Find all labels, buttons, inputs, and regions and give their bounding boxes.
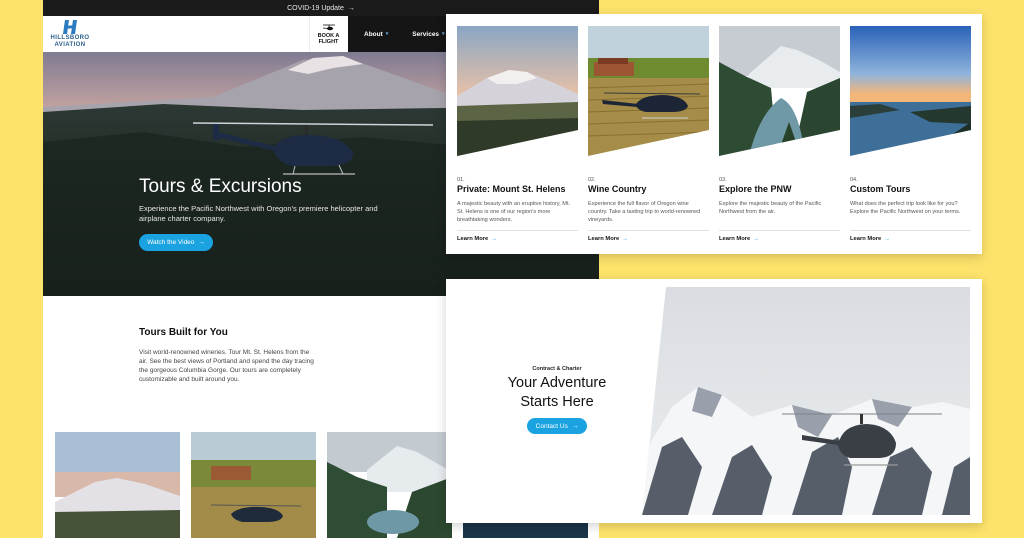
- book-flight-button[interactable]: BOOK A FLIGHT: [309, 16, 347, 52]
- learn-more-label: Learn More: [719, 236, 751, 242]
- snowy-mountain-helicopter-image: [642, 287, 970, 515]
- mount-st-helens-image: [457, 26, 578, 156]
- learn-more-link[interactable]: Learn More →: [850, 236, 890, 242]
- tour-description: A majestic beauty with an eruptive histo…: [457, 201, 571, 223]
- tour-thumbnail-wine-country[interactable]: [191, 432, 316, 538]
- tour-title: Explore the PNW: [719, 184, 792, 194]
- section-title-line2: Starts Here: [520, 394, 594, 410]
- arrow-right-icon: →: [491, 236, 498, 242]
- tour-number: 04.: [850, 177, 858, 183]
- nav-item-about[interactable]: About ▾: [364, 31, 388, 38]
- tour-card[interactable]: 03. Explore the PNW Explore the majestic…: [719, 26, 840, 246]
- wine-country-image: [588, 26, 709, 156]
- section-kicker: Contract & Charter: [532, 366, 582, 372]
- tour-title: Custom Tours: [850, 184, 911, 194]
- tour-number: 02.: [588, 177, 596, 183]
- section-title: Your Adventure Starts Here: [446, 374, 668, 412]
- arrow-right-icon: →: [622, 236, 629, 242]
- divider: [457, 230, 578, 231]
- watch-video-button[interactable]: Watch the Video →: [139, 234, 213, 251]
- nav-item-services[interactable]: Services ▾: [412, 31, 444, 38]
- arrow-right-icon: →: [884, 236, 891, 242]
- logo-line2: AVIATION: [54, 42, 86, 48]
- tour-title: Private: Mount St. Helens: [457, 184, 566, 194]
- tour-card[interactable]: 01. Private: Mount St. Helens A majestic…: [457, 26, 578, 246]
- learn-more-label: Learn More: [457, 236, 489, 242]
- learn-more-label: Learn More: [850, 236, 882, 242]
- tour-description: Explore the majestic beauty of the Pacif…: [719, 201, 822, 215]
- contact-us-button[interactable]: Contact Us →: [527, 418, 587, 434]
- tour-description: What does the perfect trip look like for…: [850, 201, 961, 215]
- arrow-right-icon: →: [347, 4, 355, 12]
- tour-title: Wine Country: [588, 184, 647, 194]
- built-text: Visit world-renowned wineries. Tour Mt. …: [139, 349, 314, 383]
- divider: [850, 230, 971, 231]
- chevron-down-icon: ▾: [385, 31, 389, 37]
- tour-number: 01.: [457, 177, 465, 183]
- book-flight-label: BOOK A FLIGHT: [317, 32, 340, 45]
- learn-more-label: Learn More: [588, 236, 620, 242]
- contact-us-label: Contact Us: [535, 422, 568, 430]
- hero-subtitle: Experience the Pacific Northwest with Or…: [139, 204, 378, 223]
- learn-more-link[interactable]: Learn More →: [457, 236, 497, 242]
- nav-item-label: Services: [412, 30, 440, 38]
- built-title: Tours Built for You: [139, 327, 228, 338]
- tour-cards-panel: 01. Private: Mount St. Helens A majestic…: [446, 14, 982, 254]
- hero-title: Tours & Excursions: [139, 176, 302, 197]
- arrow-right-icon: →: [753, 236, 760, 242]
- chevron-down-icon: ▾: [442, 31, 445, 37]
- covid-banner-label[interactable]: COVID-19 Update: [287, 5, 344, 12]
- learn-more-link[interactable]: Learn More →: [719, 236, 759, 242]
- learn-more-link[interactable]: Learn More →: [588, 236, 628, 242]
- divider: [719, 230, 840, 231]
- arrow-right-icon: →: [198, 239, 205, 246]
- contract-charter-panel: Contract & Charter Your Adventure Starts…: [446, 279, 982, 523]
- divider: [588, 230, 709, 231]
- tour-card[interactable]: 02. Wine Country Experience the full fla…: [588, 26, 709, 246]
- hillsboro-logo[interactable]: HILLSBORO AVIATION: [49, 20, 91, 48]
- nav-item-label: About: [364, 30, 383, 38]
- custom-tours-sunset-image: [850, 26, 971, 156]
- pnw-lake-image: [719, 26, 840, 156]
- tour-card[interactable]: 04. Custom Tours What does the perfect t…: [850, 26, 971, 246]
- section-title-line1: Your Adventure: [507, 375, 607, 391]
- tour-number: 03.: [719, 177, 727, 183]
- arrow-right-icon: →: [571, 422, 579, 430]
- watch-video-label: Watch the Video: [147, 239, 195, 246]
- tour-thumbnail-st-helens[interactable]: [55, 432, 180, 538]
- helicopter-icon: [322, 24, 335, 30]
- tour-thumbnail-pnw[interactable]: [327, 432, 452, 538]
- logo-h-icon: [62, 20, 78, 34]
- logo-line1: HILLSBORO: [50, 35, 90, 41]
- tour-description: Experience the full flavor of Oregon win…: [588, 201, 701, 223]
